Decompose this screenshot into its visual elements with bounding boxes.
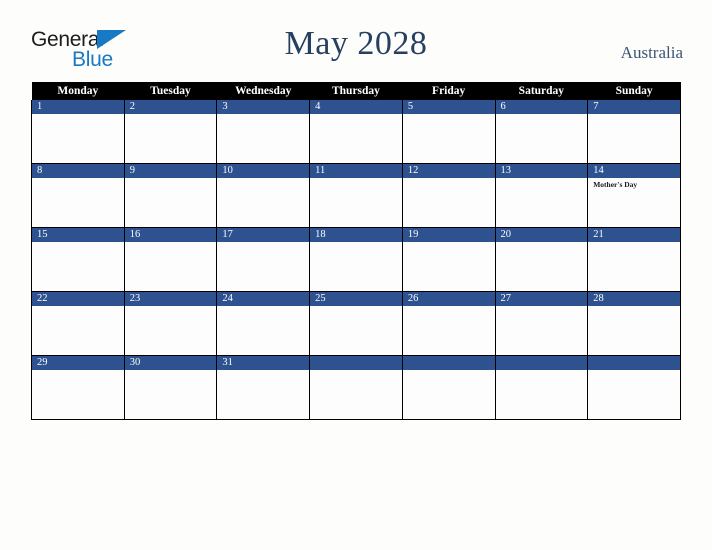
calendar-day-cell[interactable]: 28 xyxy=(587,291,681,356)
day-number xyxy=(588,356,680,370)
calendar-day-cell[interactable]: 15 xyxy=(31,227,125,292)
calendar-day-cell[interactable]: 14 Mother's Day xyxy=(587,163,681,228)
calendar-day-cell[interactable] xyxy=(587,355,681,420)
holiday-label: Mother's Day xyxy=(593,180,638,189)
weekday-header-saturday: Saturday xyxy=(495,82,588,100)
day-number: 4 xyxy=(310,100,402,114)
calendar-day-cell[interactable]: 11 xyxy=(309,163,403,228)
day-number: 13 xyxy=(495,164,588,178)
calendar-day-cell[interactable]: 8 xyxy=(31,163,125,228)
day-number: 1 xyxy=(32,100,124,114)
calendar-day-cell[interactable]: 23 xyxy=(123,291,218,356)
calendar-body: 1 2 3 4 5 6 7 8 9 10 11 12 13 14 Mother's Day 15 16 17 18 1… xyxy=(31,100,681,420)
day-number: 19 xyxy=(402,228,495,242)
day-number: 3 xyxy=(217,100,310,114)
day-events: Mother's Day xyxy=(588,178,680,190)
day-number: 25 xyxy=(310,292,402,306)
day-number: 27 xyxy=(495,292,588,306)
calendar-week-row: 8 9 10 11 12 13 14 Mother's Day xyxy=(31,163,681,228)
calendar-day-cell[interactable]: 1 xyxy=(31,100,125,164)
calendar-day-cell[interactable]: 25 xyxy=(309,291,403,356)
calendar-day-cell[interactable]: 22 xyxy=(31,291,125,356)
weekday-header-thursday: Thursday xyxy=(309,82,403,100)
calendar-day-cell[interactable] xyxy=(494,355,589,420)
calendar-day-cell[interactable]: 10 xyxy=(216,163,311,228)
day-number: 15 xyxy=(32,228,124,242)
day-number xyxy=(495,356,588,370)
day-number: 31 xyxy=(217,356,310,370)
day-number: 2 xyxy=(124,100,217,114)
calendar-day-cell[interactable]: 30 xyxy=(123,355,218,420)
day-number: 29 xyxy=(32,356,124,370)
calendar-week-row: 15 16 17 18 19 20 21 xyxy=(31,227,681,292)
calendar-week-row: 22 23 24 25 26 27 28 xyxy=(31,291,681,356)
weekday-header-monday: Monday xyxy=(31,82,125,100)
page-title: May 2028 xyxy=(284,25,428,62)
day-number: 18 xyxy=(310,228,402,242)
calendar-day-cell[interactable]: 19 xyxy=(401,227,496,292)
calendar-week-row: 29 30 31 xyxy=(31,355,681,420)
calendar-day-cell[interactable]: 16 xyxy=(123,227,218,292)
day-number xyxy=(402,356,495,370)
day-number xyxy=(310,356,402,370)
calendar-day-cell[interactable]: 26 xyxy=(401,291,496,356)
day-number: 22 xyxy=(32,292,124,306)
calendar-day-cell[interactable]: 20 xyxy=(494,227,589,292)
weekday-header-sunday: Sunday xyxy=(587,82,681,100)
day-number: 12 xyxy=(402,164,495,178)
day-number: 6 xyxy=(495,100,588,114)
calendar-day-cell[interactable] xyxy=(309,355,403,420)
day-number: 16 xyxy=(124,228,217,242)
weekday-header-tuesday: Tuesday xyxy=(124,82,217,100)
calendar-day-cell[interactable]: 5 xyxy=(401,100,496,164)
country-label: Australia xyxy=(620,43,683,62)
day-number: 14 xyxy=(588,164,680,178)
calendar-day-cell[interactable]: 13 xyxy=(494,163,589,228)
calendar-day-cell[interactable] xyxy=(401,355,496,420)
day-number: 23 xyxy=(124,292,217,306)
calendar-day-cell[interactable]: 9 xyxy=(123,163,218,228)
weekday-header-wednesday: Wednesday xyxy=(216,82,310,100)
calendar-day-cell[interactable]: 31 xyxy=(216,355,311,420)
day-number: 11 xyxy=(310,164,402,178)
calendar-day-cell[interactable]: 29 xyxy=(31,355,125,420)
calendar-day-cell[interactable]: 27 xyxy=(494,291,589,356)
day-number: 5 xyxy=(402,100,495,114)
weekday-header-friday: Friday xyxy=(402,82,496,100)
calendar-grid: Monday Tuesday Wednesday Thursday Friday… xyxy=(31,82,681,420)
day-number: 8 xyxy=(32,164,124,178)
weekday-header-row: Monday Tuesday Wednesday Thursday Friday… xyxy=(31,82,681,100)
calendar-day-cell[interactable]: 7 xyxy=(587,100,681,164)
day-number: 24 xyxy=(217,292,310,306)
calendar-day-cell[interactable]: 6 xyxy=(494,100,589,164)
day-number: 28 xyxy=(588,292,680,306)
calendar-day-cell[interactable]: 24 xyxy=(216,291,311,356)
calendar-day-cell[interactable]: 4 xyxy=(309,100,403,164)
day-number: 21 xyxy=(588,228,680,242)
calendar-day-cell[interactable]: 12 xyxy=(401,163,496,228)
day-number: 30 xyxy=(124,356,217,370)
day-number: 17 xyxy=(217,228,310,242)
calendar-day-cell[interactable]: 3 xyxy=(216,100,311,164)
day-number: 20 xyxy=(495,228,588,242)
day-number: 26 xyxy=(402,292,495,306)
calendar-day-cell[interactable]: 17 xyxy=(216,227,311,292)
page-header: General Blue May 2028 Australia xyxy=(0,0,712,82)
day-number: 9 xyxy=(124,164,217,178)
calendar-day-cell[interactable]: 2 xyxy=(123,100,218,164)
calendar-day-cell[interactable]: 18 xyxy=(309,227,403,292)
day-number: 7 xyxy=(588,100,680,114)
calendar-day-cell[interactable]: 21 xyxy=(587,227,681,292)
calendar-week-row: 1234567 xyxy=(31,100,681,164)
day-number: 10 xyxy=(217,164,310,178)
